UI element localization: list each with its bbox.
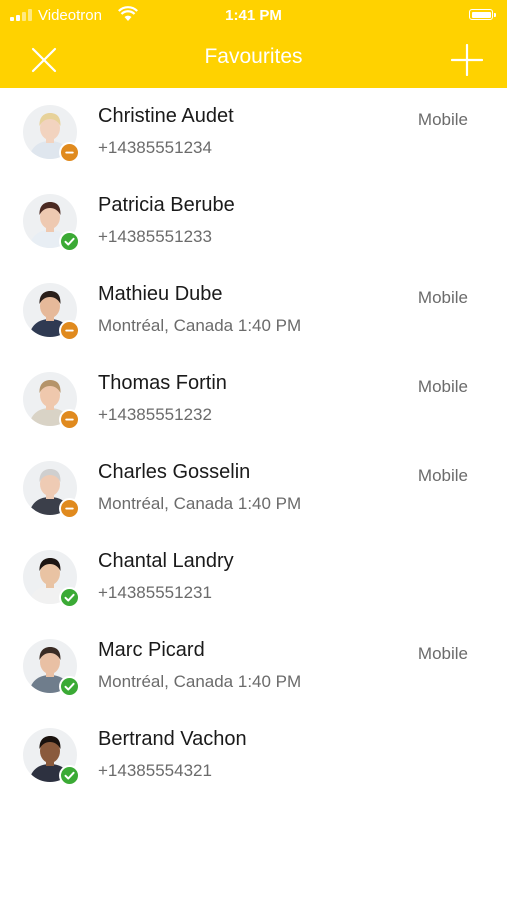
contact-name: Chantal Landry — [98, 550, 234, 572]
contact-detail: +14385551233 — [98, 227, 212, 246]
contact-avatar — [23, 550, 80, 608]
status-time: 1:41 PM — [225, 7, 282, 24]
contact-avatar — [23, 728, 80, 786]
phone-type-label: Mobile — [417, 466, 468, 485]
contact-row[interactable]: Chantal Landry +14385551231 — [0, 533, 507, 622]
contact-name: Bertrand Vachon — [98, 728, 247, 750]
contact-avatar — [23, 105, 80, 163]
contact-row[interactable]: Mathieu Dube Montréal, Canada 1:40 PM Mo… — [0, 266, 507, 355]
away-status-icon — [59, 320, 80, 341]
contact-row[interactable]: Thomas Fortin +14385551232 Mobile — [0, 355, 507, 444]
contact-row[interactable]: Patricia Berube +14385551233 — [0, 177, 507, 266]
available-status-icon — [59, 587, 80, 608]
contact-name: Patricia Berube — [98, 194, 235, 216]
contact-detail: +14385551232 — [98, 405, 212, 424]
phone-type-label: Mobile — [417, 644, 468, 663]
phone-type-label: Mobile — [417, 377, 468, 396]
available-status-icon — [59, 765, 80, 786]
contact-name: Marc Picard — [98, 639, 205, 661]
phone-type-label: Mobile — [417, 288, 468, 307]
contact-avatar — [23, 461, 80, 519]
navigation-bar: Videotron 1:41 PM Favourites — [0, 0, 507, 88]
contact-detail: +14385554321 — [98, 761, 212, 780]
contact-avatar — [23, 194, 80, 252]
away-status-icon — [59, 409, 80, 430]
page-title: Favourites — [204, 45, 303, 68]
contact-name: Mathieu Dube — [98, 283, 223, 305]
contact-avatar — [23, 283, 80, 341]
status-bar: Videotron 1:41 PM — [0, 0, 507, 30]
away-status-icon — [59, 142, 80, 163]
available-status-icon — [59, 231, 80, 252]
contact-avatar — [23, 372, 80, 430]
battery-icon — [469, 9, 496, 20]
contact-avatar — [23, 639, 80, 697]
contact-name: Thomas Fortin — [98, 372, 227, 394]
contact-detail: Montréal, Canada 1:40 PM — [98, 316, 302, 335]
contact-row[interactable]: Bertrand Vachon +14385554321 — [0, 711, 507, 800]
contact-name: Charles Gosselin — [98, 461, 251, 483]
contact-row[interactable]: Christine Audet +14385551234 Mobile — [0, 88, 507, 177]
contact-row[interactable]: Marc Picard Montréal, Canada 1:40 PM Mob… — [0, 622, 507, 711]
away-status-icon — [59, 498, 80, 519]
favourites-list: Christine Audet +14385551234 Mobile Patr… — [0, 88, 507, 800]
contact-detail: +14385551231 — [98, 583, 212, 602]
phone-type-label: Mobile — [417, 110, 468, 129]
available-status-icon — [59, 676, 80, 697]
contact-detail: +14385551234 — [98, 138, 212, 157]
contact-detail: Montréal, Canada 1:40 PM — [98, 672, 302, 691]
contact-name: Christine Audet — [98, 105, 234, 127]
contact-row[interactable]: Charles Gosselin Montréal, Canada 1:40 P… — [0, 444, 507, 533]
contact-detail: Montréal, Canada 1:40 PM — [98, 494, 302, 513]
plus-icon[interactable] — [451, 44, 483, 76]
